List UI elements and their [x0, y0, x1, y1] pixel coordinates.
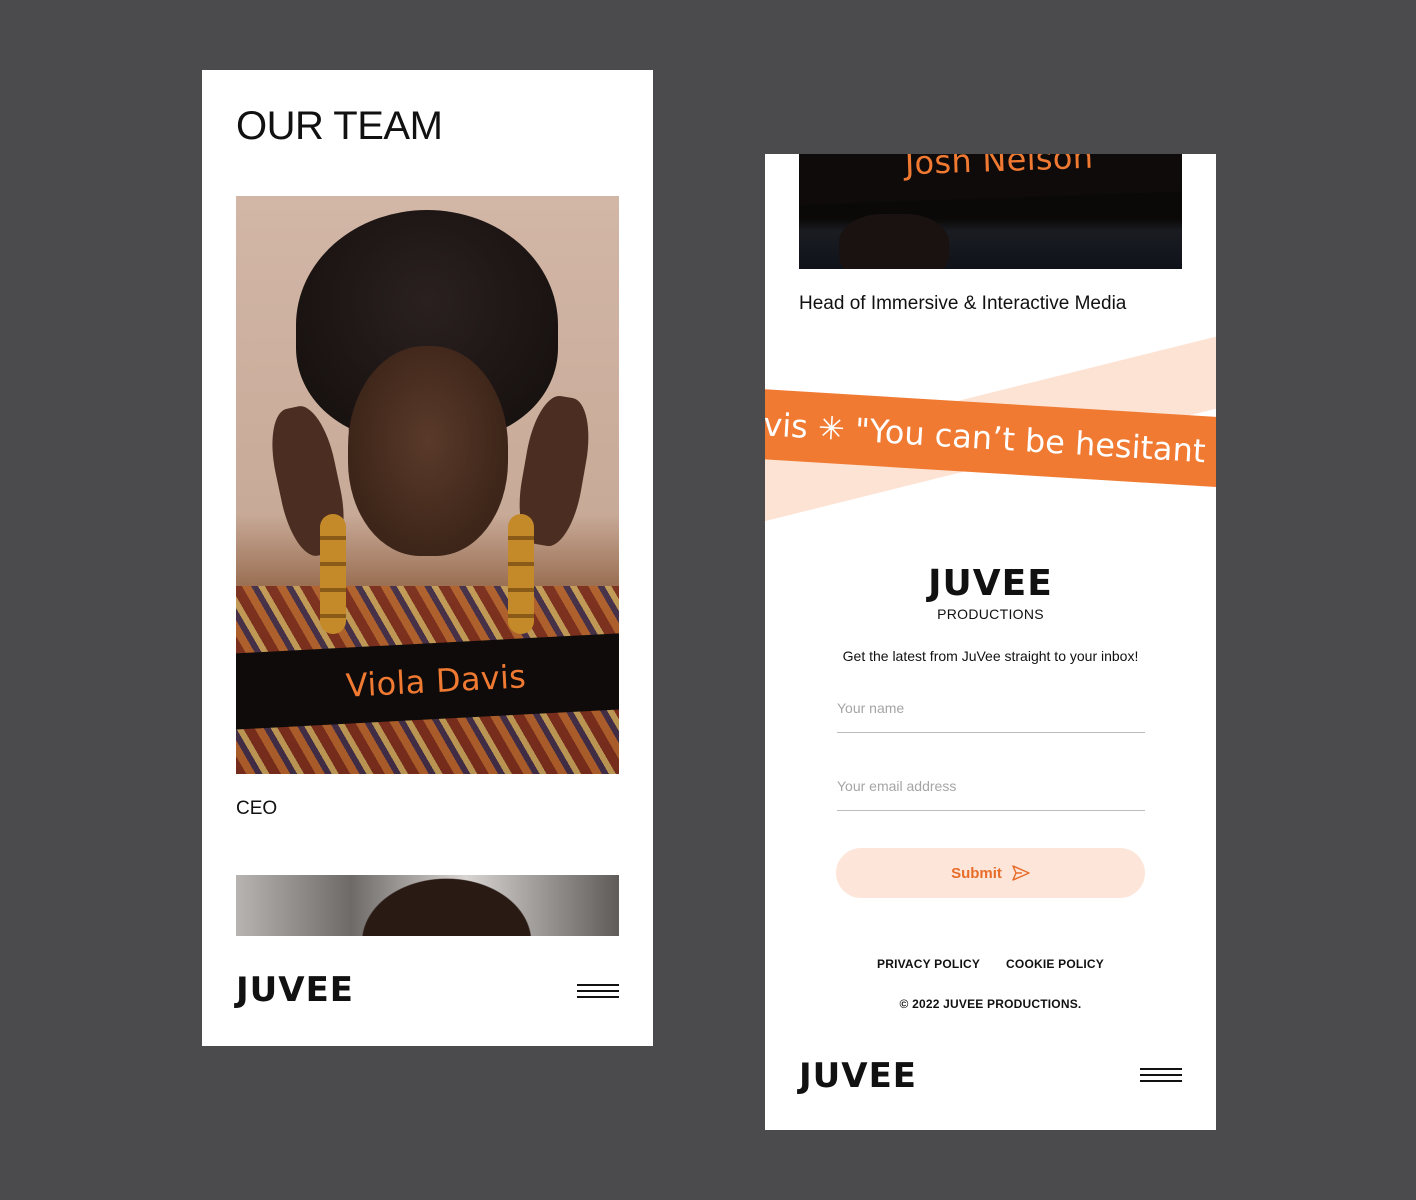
- team-screen: OUR TEAM Viola Davis CEO JUVEE: [202, 70, 653, 1046]
- brand-logo: JUVEE PRODUCTIONS: [765, 563, 1216, 623]
- photo-detail: [320, 514, 346, 634]
- member-role: Head of Immersive & Interactive Media: [799, 293, 1127, 314]
- footer-links: PRIVACY POLICY COOKIE POLICY: [765, 957, 1216, 971]
- brand-subtitle: PRODUCTIONS: [937, 606, 1044, 622]
- logo[interactable]: JUVEE: [236, 970, 354, 1010]
- send-icon: [1012, 865, 1030, 881]
- member-role: CEO: [236, 798, 278, 819]
- cookie-policy-link[interactable]: COOKIE POLICY: [1006, 957, 1104, 971]
- brand-name: JUVEE: [928, 563, 1053, 604]
- email-field[interactable]: [837, 778, 1145, 811]
- member-name-banner: Josh Nelson: [799, 154, 1182, 205]
- page-title: OUR TEAM: [236, 104, 443, 148]
- menu-icon[interactable]: [577, 984, 619, 998]
- member-name: Viola Davis: [344, 657, 528, 705]
- member-name: Josh Nelson: [904, 154, 1094, 183]
- privacy-policy-link[interactable]: PRIVACY POLICY: [877, 957, 980, 971]
- team-member-photo-next[interactable]: [236, 875, 619, 936]
- team-member-photo[interactable]: Viola Davis: [236, 196, 619, 774]
- footer-screen: Josh Nelson Head of Immersive & Interact…: [765, 154, 1216, 1130]
- logo[interactable]: JUVEE: [799, 1056, 917, 1096]
- submit-button[interactable]: Submit: [836, 848, 1145, 898]
- photo-detail: [839, 214, 949, 269]
- newsletter-text: Get the latest from JuVee straight to yo…: [842, 648, 1139, 664]
- photo-detail: [508, 514, 534, 634]
- submit-label: Submit: [951, 864, 1002, 882]
- team-member-photo[interactable]: Josh Nelson: [799, 154, 1182, 269]
- menu-icon[interactable]: [1140, 1068, 1182, 1082]
- quote-text: vis ✳ "You can’t be hesitant ab: [765, 405, 1216, 474]
- photo-detail: [348, 346, 508, 556]
- copyright: © 2022 JUVEE PRODUCTIONS.: [899, 997, 1082, 1011]
- name-field[interactable]: [837, 700, 1145, 733]
